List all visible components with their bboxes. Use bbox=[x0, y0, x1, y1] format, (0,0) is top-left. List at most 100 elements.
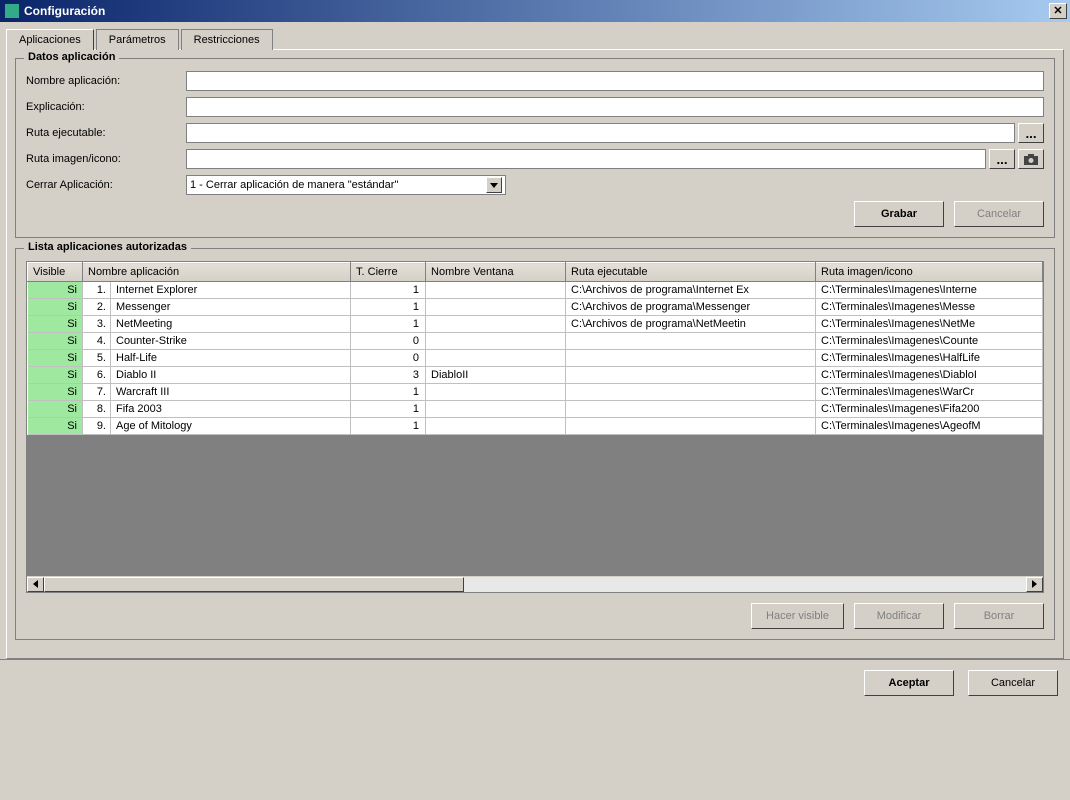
cell-nombre: Fifa 2003 bbox=[111, 401, 351, 418]
col-ventana[interactable]: Nombre Ventana bbox=[426, 263, 566, 282]
cell-tcierre: 1 bbox=[351, 401, 426, 418]
col-ruta-exe[interactable]: Ruta ejecutable bbox=[566, 263, 816, 282]
cell-index: 9. bbox=[83, 418, 111, 435]
tab-parametros[interactable]: Parámetros bbox=[96, 29, 179, 50]
cell-ruta-exe bbox=[566, 418, 816, 435]
cell-ruta-img: C:\Terminales\Imagenes\WarCr bbox=[816, 384, 1043, 401]
table-row[interactable]: Si8.Fifa 20031C:\Terminales\Imagenes\Fif… bbox=[28, 401, 1043, 418]
cell-nombre: Messenger bbox=[111, 299, 351, 316]
groupbox-datos-title: Datos aplicación bbox=[24, 51, 119, 63]
scroll-track[interactable] bbox=[44, 577, 1026, 592]
table-row[interactable]: Si7.Warcraft III1C:\Terminales\Imagenes\… bbox=[28, 384, 1043, 401]
cell-ventana bbox=[426, 350, 566, 367]
cell-tcierre: 1 bbox=[351, 418, 426, 435]
cell-ventana bbox=[426, 316, 566, 333]
cell-index: 8. bbox=[83, 401, 111, 418]
grabar-button[interactable]: Grabar bbox=[854, 201, 944, 227]
cell-ruta-img: C:\Terminales\Imagenes\NetMe bbox=[816, 316, 1043, 333]
table-empty-area bbox=[27, 435, 1043, 575]
cell-tcierre: 1 bbox=[351, 299, 426, 316]
cell-tcierre: 0 bbox=[351, 350, 426, 367]
cell-visible: Si bbox=[28, 384, 83, 401]
input-ruta-img[interactable] bbox=[186, 149, 986, 169]
cell-ruta-exe: C:\Archivos de programa\Messenger bbox=[566, 299, 816, 316]
label-cerrar: Cerrar Aplicación: bbox=[26, 179, 186, 191]
cell-ruta-exe bbox=[566, 350, 816, 367]
cell-visible: Si bbox=[28, 350, 83, 367]
cell-visible: Si bbox=[28, 316, 83, 333]
scroll-thumb[interactable] bbox=[44, 577, 464, 592]
cell-tcierre: 1 bbox=[351, 282, 426, 299]
cell-ruta-img: C:\Terminales\Imagenes\Interne bbox=[816, 282, 1043, 299]
tab-aplicaciones[interactable]: Aplicaciones bbox=[6, 29, 94, 50]
window-title: Configuración bbox=[24, 4, 105, 18]
table-row[interactable]: Si1.Internet Explorer1C:\Archivos de pro… bbox=[28, 282, 1043, 299]
cell-tcierre: 3 bbox=[351, 367, 426, 384]
scroll-right-button[interactable] bbox=[1026, 577, 1043, 592]
table-row[interactable]: Si2.Messenger1 C:\Archivos de programa\Me… bbox=[28, 299, 1043, 316]
cell-ruta-exe bbox=[566, 384, 816, 401]
col-ruta-img[interactable]: Ruta imagen/icono bbox=[816, 263, 1043, 282]
cell-index: 5. bbox=[83, 350, 111, 367]
capture-icon-button[interactable] bbox=[1018, 149, 1044, 169]
input-nombre[interactable] bbox=[186, 71, 1044, 91]
input-explicacion[interactable] bbox=[186, 97, 1044, 117]
cell-ventana: DiabloII bbox=[426, 367, 566, 384]
cell-ventana bbox=[426, 282, 566, 299]
cell-ruta-img: C:\Terminales\Imagenes\DiabloI bbox=[816, 367, 1043, 384]
cell-visible: Si bbox=[28, 299, 83, 316]
cell-ruta-exe bbox=[566, 401, 816, 418]
horizontal-scrollbar[interactable] bbox=[26, 576, 1044, 593]
borrar-button[interactable]: Borrar bbox=[954, 603, 1044, 629]
combo-cerrar[interactable]: 1 - Cerrar aplicación de manera "estánda… bbox=[186, 175, 506, 195]
scroll-left-button[interactable] bbox=[27, 577, 44, 592]
hacer-visible-button[interactable]: Hacer visible bbox=[751, 603, 844, 629]
table-row[interactable]: Si6.Diablo II3DiabloIIC:\Terminales\Imag… bbox=[28, 367, 1043, 384]
label-explicacion: Explicación: bbox=[26, 101, 186, 113]
titlebar: Configuración ✕ bbox=[0, 0, 1070, 22]
cell-ruta-img: C:\Terminales\Imagenes\Counte bbox=[816, 333, 1043, 350]
table-row[interactable]: Si3.NetMeeting1C:\Archivos de programa\N… bbox=[28, 316, 1043, 333]
cell-index: 3. bbox=[83, 316, 111, 333]
table-wrap: Visible Nombre aplicación T. Cierre Nomb… bbox=[26, 261, 1044, 576]
input-ruta-exe[interactable] bbox=[186, 123, 1015, 143]
chevron-right-icon bbox=[1032, 580, 1037, 588]
camera-icon bbox=[1024, 154, 1038, 165]
cancelar-form-button[interactable]: Cancelar bbox=[954, 201, 1044, 227]
cell-ventana bbox=[426, 333, 566, 350]
label-ruta-exe: Ruta ejecutable: bbox=[26, 127, 186, 139]
cancelar-dialog-button[interactable]: Cancelar bbox=[968, 670, 1058, 696]
cell-ventana bbox=[426, 384, 566, 401]
chevron-left-icon bbox=[33, 580, 38, 588]
table-row[interactable]: Si9.Age of Mitology1C:\Terminales\Imagen… bbox=[28, 418, 1043, 435]
col-tcierre[interactable]: T. Cierre bbox=[351, 263, 426, 282]
browse-exe-button[interactable]: ... bbox=[1018, 123, 1044, 143]
browse-img-button[interactable]: ... bbox=[989, 149, 1015, 169]
app-table: Visible Nombre aplicación T. Cierre Nomb… bbox=[27, 262, 1043, 435]
combo-cerrar-value: 1 - Cerrar aplicación de manera "estánda… bbox=[190, 179, 398, 191]
cell-nombre: Warcraft III bbox=[111, 384, 351, 401]
close-button[interactable]: ✕ bbox=[1049, 3, 1067, 19]
col-nombre[interactable]: Nombre aplicación bbox=[83, 263, 351, 282]
table-row[interactable]: Si4.Counter-Strike0C:\Terminales\Imagene… bbox=[28, 333, 1043, 350]
table-row[interactable]: Si5.Half-Life0C:\Terminales\Imagenes\Hal… bbox=[28, 350, 1043, 367]
cell-ruta-img: C:\Terminales\Imagenes\Messe bbox=[816, 299, 1043, 316]
label-nombre: Nombre aplicación: bbox=[26, 75, 186, 87]
aceptar-button[interactable]: Aceptar bbox=[864, 670, 954, 696]
cell-nombre: Counter-Strike bbox=[111, 333, 351, 350]
cell-ruta-img: C:\Terminales\Imagenes\Fifa200 bbox=[816, 401, 1043, 418]
label-ruta-img: Ruta imagen/icono: bbox=[26, 153, 186, 165]
cell-index: 1. bbox=[83, 282, 111, 299]
cell-tcierre: 0 bbox=[351, 333, 426, 350]
groupbox-lista-title: Lista aplicaciones autorizadas bbox=[24, 241, 191, 253]
cell-visible: Si bbox=[28, 367, 83, 384]
col-visible[interactable]: Visible bbox=[28, 263, 83, 282]
cell-visible: Si bbox=[28, 418, 83, 435]
modificar-button[interactable]: Modificar bbox=[854, 603, 944, 629]
cell-index: 2. bbox=[83, 299, 111, 316]
cell-ruta-img: C:\Terminales\Imagenes\AgeofM bbox=[816, 418, 1043, 435]
tab-restricciones[interactable]: Restricciones bbox=[181, 29, 273, 50]
tab-label: Parámetros bbox=[109, 34, 166, 46]
cell-ventana bbox=[426, 418, 566, 435]
cell-index: 6. bbox=[83, 367, 111, 384]
